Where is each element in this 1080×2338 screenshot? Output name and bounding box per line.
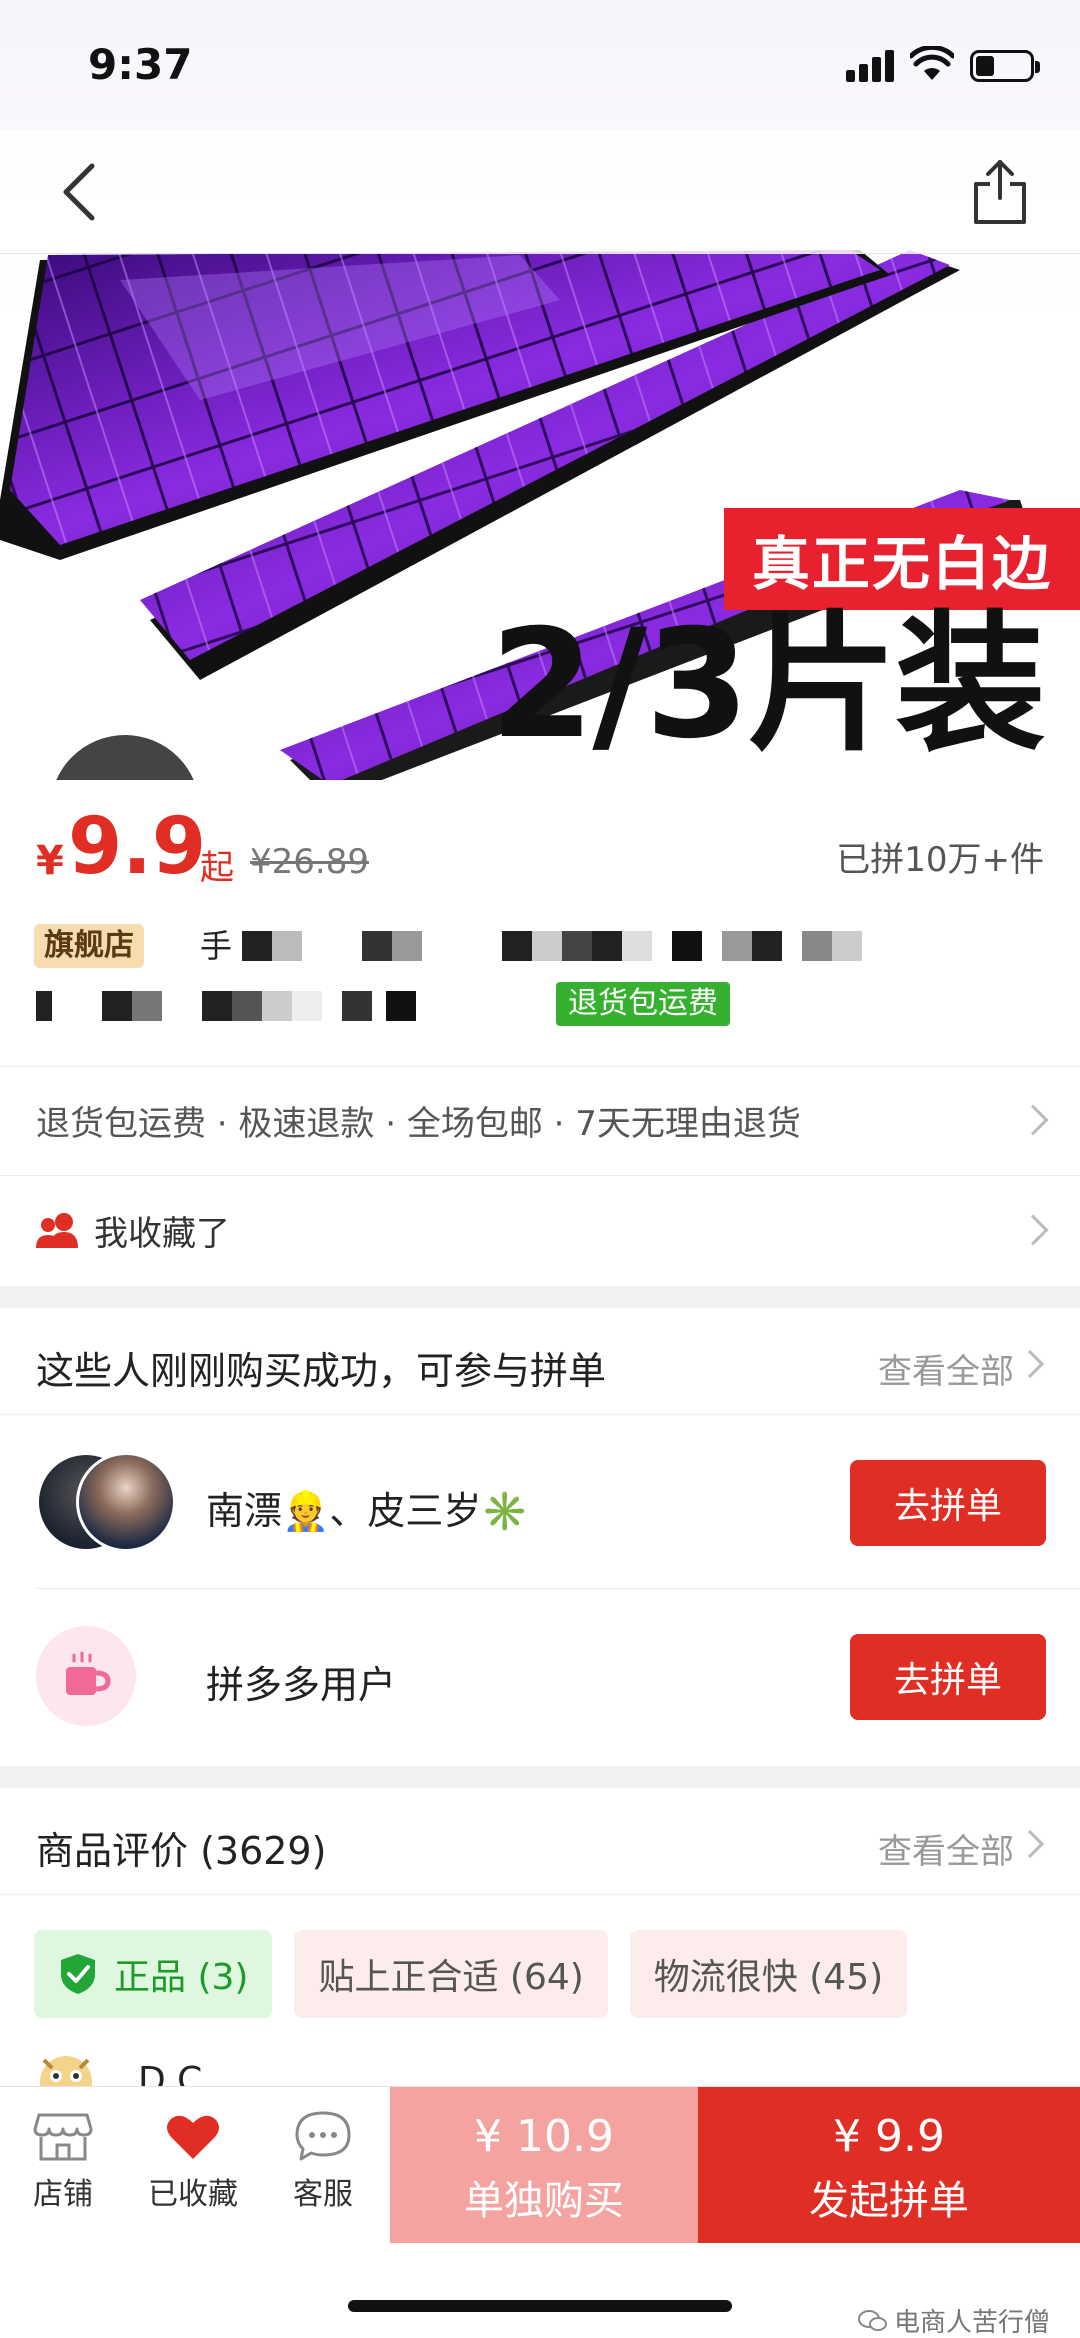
group-see-all-link[interactable]: 查看全部 bbox=[878, 1344, 1014, 1393]
join-group-button[interactable]: 去拼单 bbox=[850, 1460, 1046, 1546]
group-member-names: 拼多多用户 bbox=[206, 1663, 397, 1707]
section-gap bbox=[0, 1766, 1080, 1788]
divider bbox=[0, 1894, 1080, 1895]
flagship-badge: 旗舰店 bbox=[34, 924, 144, 968]
promo-pack-text: 2/3片装 bbox=[490, 598, 1046, 772]
customer-service-button[interactable]: 客服 bbox=[268, 2109, 378, 2213]
home-indicator bbox=[348, 2300, 732, 2312]
solo-label: 单独购买 bbox=[464, 2178, 624, 2224]
battery-icon bbox=[970, 50, 1040, 82]
product-title-redacted: 手 bbox=[200, 927, 863, 965]
sold-count: 已拼10万+件 bbox=[836, 840, 1044, 880]
share-icon[interactable] bbox=[968, 152, 1032, 232]
favorited-label: 已收藏 bbox=[148, 2177, 238, 2212]
group-row: 拼多多用户 去拼单 bbox=[0, 1590, 1080, 1762]
group-member-names: 南漂👷、皮三岁✳️ bbox=[206, 1489, 529, 1533]
users-icon bbox=[36, 1213, 78, 1248]
review-tag-authentic[interactable]: 正品 (3) bbox=[34, 1930, 273, 2018]
watermark-text: 电商人苦行僧 bbox=[893, 2308, 1050, 2338]
product-title-redacted-line2 bbox=[36, 988, 416, 1024]
nav-bar bbox=[0, 130, 1080, 254]
bottom-action-bar: 店铺 已收藏 客服 ¥ 10.9 单独购买 ¥ 9.9 发起拼单 bbox=[0, 2086, 1080, 2243]
reviews-header: 商品评价 (3629) 查看全部 bbox=[0, 1790, 1080, 1894]
service-guarantees-text: 退货包运费 · 极速退款 · 全场包邮 · 7天无理由退货 bbox=[36, 1103, 801, 1144]
shop-button[interactable]: 店铺 bbox=[8, 2109, 118, 2213]
price-suffix: 起 bbox=[200, 848, 234, 888]
divider bbox=[36, 1588, 1080, 1589]
divider bbox=[0, 1414, 1080, 1415]
service-label: 客服 bbox=[293, 2177, 353, 2212]
section-gap bbox=[0, 1286, 1080, 1308]
group-buy-price: ¥ 9.9 bbox=[833, 2111, 945, 2162]
reviews-see-all-link[interactable]: 查看全部 bbox=[878, 1824, 1014, 1873]
favorite-button[interactable]: 已收藏 bbox=[138, 2109, 248, 2213]
avatar bbox=[36, 1626, 136, 1726]
clock: 9:37 bbox=[88, 40, 193, 89]
wifi-icon bbox=[910, 46, 954, 80]
review-tag-label: 物流很快 (45) bbox=[653, 1957, 884, 1998]
back-arrow-icon[interactable] bbox=[50, 152, 110, 232]
review-tags: 正品 (3) 贴上正合适 (64) 物流很快 (45) bbox=[34, 1930, 908, 2018]
watermark: 电商人苦行僧 bbox=[857, 2302, 1050, 2338]
chevron-right-icon bbox=[1015, 1829, 1045, 1859]
reviewer-avatar bbox=[40, 2056, 92, 2090]
heart-icon bbox=[167, 2115, 219, 2159]
favorited-text: 我收藏了 bbox=[94, 1213, 230, 1254]
original-price: ¥26.89 bbox=[250, 842, 369, 882]
avatar bbox=[76, 1452, 176, 1552]
status-bar: 9:37 bbox=[0, 0, 1080, 130]
chevron-right-icon bbox=[1017, 1104, 1049, 1136]
favorited-row[interactable]: 我收藏了 bbox=[0, 1176, 1080, 1284]
review-tag-label: 正品 (3) bbox=[114, 1957, 249, 1998]
wechat-icon bbox=[857, 2309, 887, 2331]
join-group-button[interactable]: 去拼单 bbox=[850, 1634, 1046, 1720]
chat-bubble-icon bbox=[295, 2111, 351, 2161]
group-buy-header: 这些人刚刚购买成功，可参与拼单 查看全部 bbox=[0, 1310, 1080, 1414]
signal-icon bbox=[846, 48, 898, 82]
buy-alone-button[interactable]: ¥ 10.9 单独购买 bbox=[390, 2087, 698, 2243]
group-buy-title: 这些人刚刚购买成功，可参与拼单 bbox=[36, 1349, 607, 1393]
review-tag-fits[interactable]: 贴上正合适 (64) bbox=[294, 1930, 608, 2018]
price-section: ¥ 9.9 起 ¥26.89 已拼10万+件 旗舰店 手 退货包运费 bbox=[0, 780, 1080, 1065]
title-char: 手 bbox=[200, 927, 233, 965]
shop-label: 店铺 bbox=[33, 2177, 93, 2212]
review-tag-label: 贴上正合适 (64) bbox=[318, 1957, 584, 1998]
reviews-title: 商品评价 (3629) bbox=[36, 1829, 327, 1873]
group-price: 9.9 bbox=[68, 802, 207, 892]
solo-price: ¥ 10.9 bbox=[474, 2111, 614, 2162]
group-buy-label: 发起拼单 bbox=[809, 2178, 969, 2224]
currency-symbol: ¥ bbox=[36, 838, 64, 884]
return-shipping-tag: 退货包运费 bbox=[556, 982, 730, 1026]
chevron-right-icon bbox=[1017, 1214, 1049, 1246]
chevron-right-icon bbox=[1015, 1349, 1045, 1379]
shield-check-icon bbox=[61, 1954, 95, 1994]
review-tag-fast-shipping[interactable]: 物流很快 (45) bbox=[629, 1930, 908, 2018]
promo-banner: 真正无白边 bbox=[724, 508, 1080, 610]
start-group-buy-button[interactable]: ¥ 9.9 发起拼单 bbox=[698, 2087, 1080, 2243]
store-icon bbox=[33, 2113, 93, 2161]
coffee-cup-icon bbox=[66, 1651, 111, 1695]
service-guarantees-row[interactable]: 退货包运费 · 极速退款 · 全场包邮 · 7天无理由退货 bbox=[0, 1066, 1080, 1174]
group-row: 南漂👷、皮三岁✳️ 去拼单 bbox=[0, 1416, 1080, 1588]
